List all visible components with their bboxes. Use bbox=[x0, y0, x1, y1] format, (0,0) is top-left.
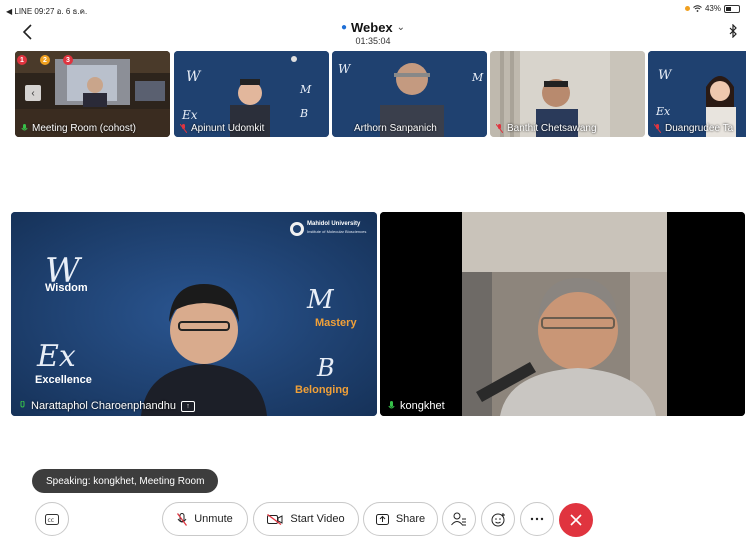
microphone-muted-icon bbox=[654, 124, 661, 133]
screen-share-icon: ↑ bbox=[180, 400, 195, 412]
participant-thumbnail[interactable]: Banthit Chetsawang bbox=[490, 51, 645, 137]
unmute-button[interactable]: Unmute bbox=[162, 502, 248, 536]
participant-thumbnail-strip: 1 2 3 ‹ Meeting Room (cohost) W Ex M B A… bbox=[0, 51, 746, 137]
participant-name: Apinunt Udomkit bbox=[191, 123, 265, 134]
participant-name: Banthit Chetsawang bbox=[507, 123, 597, 134]
microphone-muted-icon bbox=[177, 512, 188, 526]
ellipsis-icon bbox=[530, 517, 544, 521]
svg-text:M: M bbox=[471, 71, 484, 84]
meeting-title: Webex bbox=[350, 20, 393, 35]
participant-thumbnail[interactable]: W Ex Duangrudee Ta bbox=[648, 51, 746, 137]
smiley-icon bbox=[491, 512, 505, 526]
share-button[interactable]: Share bbox=[363, 502, 438, 536]
participant-name: kongkhet bbox=[400, 400, 445, 412]
main-video-tile[interactable]: W Ex M B Mahidol University Institute of… bbox=[11, 212, 377, 416]
participant-label: Meeting Room (cohost) bbox=[21, 123, 136, 134]
bluetooth-icon[interactable] bbox=[728, 24, 738, 38]
main-video-tile[interactable]: kongkhet bbox=[380, 212, 745, 416]
participant-thumbnail[interactable]: W M Arthorn Sanpanich bbox=[332, 51, 487, 137]
backdrop-wisdom: Wisdom bbox=[45, 282, 88, 294]
meeting-title-button[interactable]: ● Webex ⌄ bbox=[341, 20, 405, 35]
microphone-icon bbox=[21, 124, 28, 131]
svg-text:B: B bbox=[316, 354, 335, 382]
meeting-header: ● Webex ⌄ 01:35:04 bbox=[0, 17, 746, 46]
participant-name: Meeting Room (cohost) bbox=[32, 123, 136, 134]
start-video-button[interactable]: Start Video bbox=[253, 502, 359, 536]
meeting-timer: 01:35:04 bbox=[355, 36, 391, 46]
backdrop-excellence: Excellence bbox=[35, 374, 92, 386]
microphone-icon bbox=[20, 401, 25, 408]
svg-text:Ex: Ex bbox=[181, 108, 198, 122]
participant-label: kongkhet bbox=[388, 400, 445, 412]
thumbnail-badges: 1 2 3 bbox=[17, 55, 73, 65]
badge-icon: 1 bbox=[17, 55, 27, 65]
participant-name: Duangrudee Ta bbox=[665, 123, 734, 134]
battery-fill bbox=[726, 6, 732, 11]
participant-thumbnail[interactable]: W Ex M B Apinunt Udomkit bbox=[174, 51, 329, 137]
participant-label: Banthit Chetsawang bbox=[496, 123, 597, 134]
svg-text:B: B bbox=[299, 107, 308, 120]
start-video-label: Start Video bbox=[290, 513, 345, 525]
video-off-icon bbox=[267, 513, 283, 525]
captions-icon: cc bbox=[45, 513, 59, 525]
scroll-left-button[interactable]: ‹ bbox=[25, 85, 41, 101]
participant-label: Apinunt Udomkit bbox=[180, 123, 264, 134]
location-pin-icon: ● bbox=[340, 22, 347, 33]
svg-text:W: W bbox=[186, 69, 202, 85]
close-icon bbox=[570, 514, 582, 526]
speaking-indicator: Speaking: kongkhet, Meeting Room bbox=[32, 469, 219, 493]
participant-thumbnail[interactable]: 1 2 3 ‹ Meeting Room (cohost) bbox=[15, 51, 170, 137]
svg-text:M: M bbox=[299, 83, 312, 96]
participants-icon bbox=[451, 512, 466, 526]
share-label: Share bbox=[395, 513, 426, 525]
participant-name: Arthorn Sanpanich bbox=[354, 123, 437, 134]
microphone-icon bbox=[388, 401, 395, 409]
captions-button[interactable]: cc bbox=[35, 502, 69, 536]
battery-percent: 43% bbox=[704, 4, 721, 13]
microphone-muted-icon bbox=[496, 124, 503, 133]
svg-text:M: M bbox=[306, 285, 335, 315]
status-right: 43% bbox=[684, 4, 740, 13]
meeting-controls: cc Unmute Start Video Share bbox=[0, 502, 746, 540]
backdrop-mastery: Mastery bbox=[315, 317, 357, 329]
car-video-scene bbox=[380, 212, 745, 416]
participant-label: Arthorn Sanpanich bbox=[338, 123, 437, 134]
backdrop-belonging: Belonging bbox=[295, 384, 349, 396]
participant-name: Narattaphol Charoenphandhu bbox=[31, 400, 176, 412]
chevron-down-icon: ⌄ bbox=[396, 22, 406, 33]
share-screen-icon bbox=[375, 513, 389, 525]
svg-text:Ex: Ex bbox=[36, 339, 76, 374]
status-bar: ◀ LINE 09:27 อ. 6 ธ.ค. 43% bbox=[0, 0, 746, 16]
battery-icon bbox=[724, 4, 740, 13]
svg-text:Ex: Ex bbox=[655, 105, 671, 118]
faculty-name: Institute of Molecular Biosciences bbox=[307, 229, 367, 234]
more-options-button[interactable] bbox=[520, 502, 554, 536]
microphone-muted-icon bbox=[180, 124, 187, 133]
wifi-icon bbox=[693, 5, 702, 12]
university-name: Mahidol University bbox=[307, 221, 361, 227]
participants-button[interactable] bbox=[442, 502, 476, 536]
participant-label: Duangrudee Ta bbox=[654, 123, 733, 134]
reactions-button[interactable] bbox=[481, 502, 515, 536]
badge-icon: 2 bbox=[40, 55, 50, 65]
svg-text:cc: cc bbox=[48, 517, 55, 524]
end-call-button[interactable] bbox=[559, 503, 593, 537]
badge-icon: 3 bbox=[63, 55, 73, 65]
svg-text:W: W bbox=[658, 68, 673, 83]
status-dot-icon bbox=[684, 6, 690, 11]
participant-label: Narattaphol Charoenphandhu ↑ bbox=[19, 400, 195, 412]
unmute-label: Unmute bbox=[194, 513, 233, 525]
svg-text:W: W bbox=[338, 62, 352, 76]
chevron-left-icon: ‹ bbox=[31, 87, 35, 99]
